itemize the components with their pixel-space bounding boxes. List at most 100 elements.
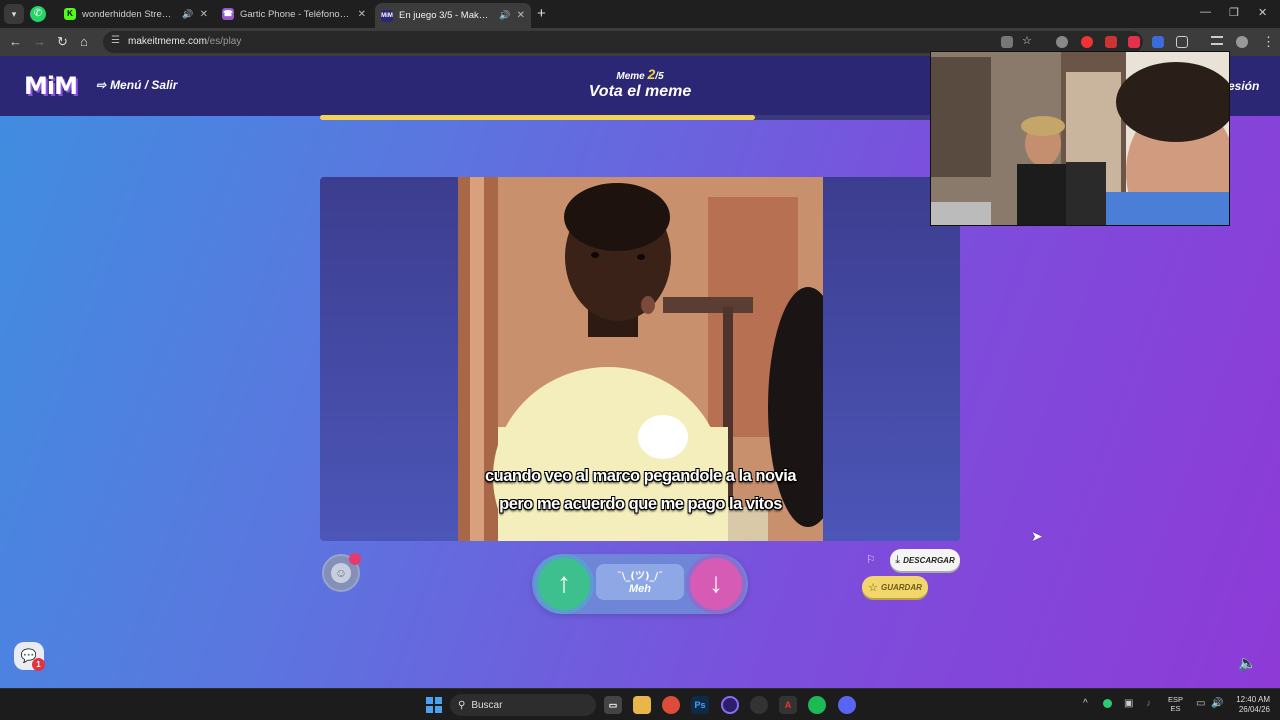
meme-image: cuando veo al marco pegandole a la novia…: [458, 177, 823, 541]
reaction-button[interactable]: ☺: [322, 553, 361, 592]
meme-card: cuando veo al marco pegandole a la novia…: [320, 177, 960, 541]
site-info-icon[interactable]: ☰: [111, 35, 120, 46]
download-icon: ⤓: [895, 553, 901, 566]
kebab-menu-icon[interactable]: ⋮: [1262, 34, 1275, 50]
mic-icon[interactable]: ♪: [1146, 698, 1151, 709]
speaker-icon[interactable]: 🔊: [182, 9, 193, 20]
tray-status-icon[interactable]: [1103, 699, 1112, 708]
exit-door-icon: ⇨: [96, 78, 107, 92]
screen-share-icon[interactable]: [1001, 36, 1013, 48]
windows-taskbar: ⚲ Buscar ▭ Ps A ^ ▣ ♪ ESP ES ▭ 🔊 12:40 A…: [0, 688, 1280, 720]
search-placeholder: Buscar: [471, 699, 503, 711]
task-view-icon[interactable]: ▭: [604, 696, 622, 714]
menu-exit-label: Menú / Salir: [110, 78, 178, 92]
speaker-icon[interactable]: 🔊: [499, 10, 510, 21]
profile-avatar-icon[interactable]: [1236, 36, 1248, 48]
extension-icon[interactable]: [1128, 36, 1140, 48]
language-code: ESP: [1168, 695, 1184, 704]
tray-app-icon[interactable]: ▣: [1124, 698, 1133, 709]
round-timer-fill: [320, 115, 756, 120]
round-info: Meme 2/5 Vota el meme: [560, 66, 720, 101]
media-controls-icon[interactable]: [1211, 36, 1223, 45]
meh-label: Meh: [629, 583, 651, 595]
home-icon[interactable]: ⌂: [80, 34, 88, 49]
webcam-feed: [931, 52, 1229, 225]
system-clock[interactable]: 12:40 AM 26/04/26: [1226, 695, 1270, 715]
back-icon[interactable]: ←: [9, 34, 22, 49]
sound-toggle-icon[interactable]: 🔈: [1238, 654, 1257, 672]
logo[interactable]: MiM: [24, 72, 78, 100]
discord-icon[interactable]: [838, 696, 856, 714]
tab-title: En juego 3/5 - Make it Mem: [399, 10, 493, 21]
tab-title: Gartic Phone - Teléfono Descon: [240, 8, 352, 20]
minimize-icon[interactable]: —: [1200, 6, 1211, 18]
tab-kick-stream[interactable]: K wonderhidden Stream - W 🔊 ✕: [58, 3, 214, 25]
round-total: /5: [655, 71, 664, 82]
spotify-icon[interactable]: [808, 696, 826, 714]
photoshop-icon[interactable]: Ps: [691, 696, 709, 714]
download-label: DESCARGAR: [903, 555, 955, 565]
bookmark-star-icon[interactable]: ☆: [1022, 34, 1034, 47]
round-timer-bar: [320, 115, 960, 120]
extension-icon[interactable]: [1056, 36, 1068, 48]
smiley-icon: ☺: [331, 563, 351, 583]
login-button[interactable]: esión: [1228, 79, 1259, 93]
taskbar-search[interactable]: ⚲ Buscar: [450, 694, 596, 716]
extension-icon[interactable]: [1105, 36, 1117, 48]
extension-icon[interactable]: [1081, 36, 1093, 48]
chat-unread-badge: 1: [32, 658, 45, 671]
close-tab-icon[interactable]: ✕: [358, 9, 366, 20]
url-text: makeitmeme.com/es/play: [128, 36, 242, 47]
meh-button[interactable]: ¯\_(ツ)_/¯ Meh: [596, 564, 684, 600]
obs-icon[interactable]: [750, 696, 768, 714]
file-explorer-icon[interactable]: [633, 696, 651, 714]
mouse-cursor-icon: ➤: [1031, 528, 1043, 544]
search-icon: ⚲: [458, 699, 466, 711]
webcam-overlay: [930, 51, 1230, 226]
downvote-button[interactable]: ↓: [690, 558, 742, 610]
mim-icon: MiM: [381, 9, 393, 22]
extension-icon[interactable]: [1152, 36, 1164, 48]
close-window-icon[interactable]: ✕: [1258, 6, 1267, 19]
clock-time: 12:40 AM: [1236, 695, 1270, 704]
close-tab-icon[interactable]: ✕: [517, 10, 525, 21]
clock-date: 26/04/26: [1238, 705, 1270, 714]
chrome-icon[interactable]: [662, 696, 680, 714]
volume-icon[interactable]: 🔊: [1211, 698, 1223, 709]
new-tab-button[interactable]: +: [537, 5, 546, 22]
restore-icon[interactable]: ❐: [1229, 6, 1239, 19]
meme-caption-line-1: cuando veo al marco pegandole a la novia: [484, 467, 797, 485]
download-button[interactable]: ⤓ DESCARGAR: [890, 549, 960, 571]
arrow-up-icon: ↑: [557, 567, 571, 598]
keyboard-layout: ES: [1170, 704, 1181, 713]
save-button[interactable]: ☆ GUARDAR: [862, 576, 928, 598]
app-icon[interactable]: [721, 696, 739, 714]
heart-icon: [349, 553, 361, 565]
arrow-down-icon: ↓: [709, 567, 723, 598]
language-indicator[interactable]: ESP ES: [1168, 695, 1183, 713]
round-label: Meme: [616, 71, 645, 82]
report-flag-icon[interactable]: ⚐: [866, 553, 876, 566]
shrug-face: ¯\_(ツ)_/¯: [616, 571, 664, 582]
tray-chevron-icon[interactable]: ^: [1083, 698, 1088, 709]
windows-start-icon[interactable]: [426, 697, 442, 713]
whatsapp-pinned-tab-icon[interactable]: ✆: [30, 6, 46, 22]
tab-make-it-meme[interactable]: MiM En juego 3/5 - Make it Mem 🔊 ✕: [375, 3, 531, 28]
phase-title: Vota el meme: [588, 83, 692, 100]
save-label: GUARDAR: [880, 582, 922, 592]
tab-search-button[interactable]: ▾: [4, 4, 24, 24]
address-bar[interactable]: ☰ makeitmeme.com/es/play: [103, 31, 1143, 53]
upvote-button[interactable]: ↑: [538, 558, 590, 610]
star-icon: ☆: [868, 581, 878, 594]
meme-photo: [458, 177, 823, 541]
browser-tab-strip: ▾ ✆ K wonderhidden Stream - W 🔊 ✕ ☎ Gart…: [0, 0, 1280, 28]
forward-icon[interactable]: →: [33, 34, 46, 49]
network-icon[interactable]: ▭: [1196, 698, 1205, 709]
extensions-puzzle-icon[interactable]: [1176, 36, 1188, 48]
tab-title: wonderhidden Stream - W: [82, 8, 176, 20]
app-icon[interactable]: A: [779, 696, 797, 714]
close-tab-icon[interactable]: ✕: [200, 9, 208, 20]
menu-exit-button[interactable]: ⇨ Menú / Salir: [96, 78, 177, 92]
tab-gartic-phone[interactable]: ☎ Gartic Phone - Teléfono Descon ✕: [216, 3, 372, 25]
reload-icon[interactable]: ↻: [57, 34, 68, 50]
